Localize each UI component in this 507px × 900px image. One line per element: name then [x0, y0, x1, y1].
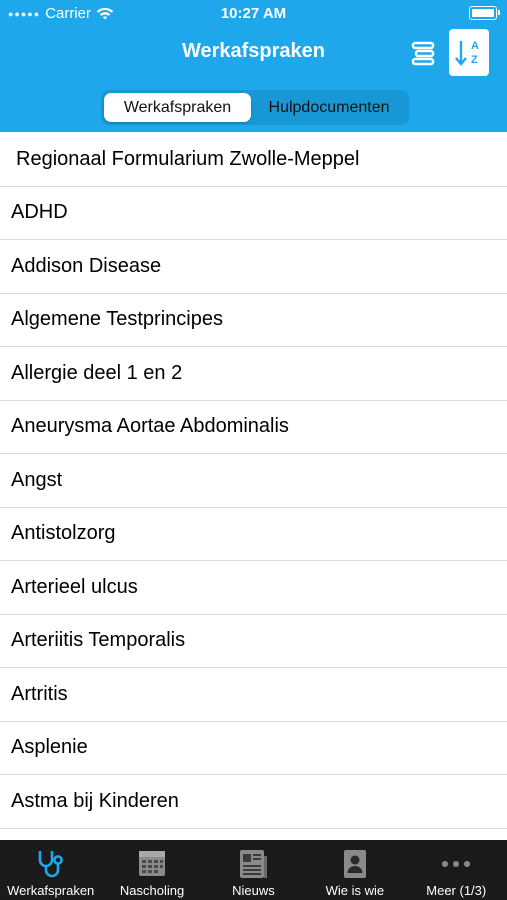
list-item[interactable]: Addison Disease	[0, 240, 507, 294]
tab-label: Nieuws	[232, 883, 275, 898]
status-time: 10:27 AM	[220, 5, 287, 22]
status-bar: ●●●●● Carrier 10:27 AM	[0, 0, 507, 26]
tab-meer[interactable]: Meer (1/3)	[406, 840, 507, 900]
tab-nascholing[interactable]: Nascholing	[101, 840, 202, 900]
segment-werkafspraken[interactable]: Werkafspraken	[104, 93, 251, 122]
battery-icon	[469, 6, 500, 20]
tab-nieuws[interactable]: Nieuws	[203, 840, 304, 900]
nav-header: ●●●●● Carrier 10:27 AM Werkafspraken A Z…	[0, 0, 507, 132]
svg-text:A: A	[471, 40, 479, 52]
segmented-control: Werkafspraken Hulpdocumenten	[101, 90, 409, 125]
tab-wie-is-wie[interactable]: Wie is wie	[304, 840, 405, 900]
segment-hulpdocumenten[interactable]: Hulpdocumenten	[253, 93, 405, 122]
contact-card-icon	[343, 850, 366, 878]
stethoscope-icon	[38, 851, 63, 878]
list-item[interactable]: Astma bij Kinderen	[0, 775, 507, 829]
more-icon	[442, 861, 471, 867]
list-item[interactable]: Antistolzorg	[0, 508, 507, 561]
tab-label: Nascholing	[119, 883, 185, 898]
sort-az-button[interactable]: A Z	[449, 29, 489, 76]
list-item[interactable]: Artritis	[0, 668, 507, 722]
tab-label: Werkafspraken	[7, 883, 95, 898]
svg-text:Z: Z	[471, 54, 478, 66]
list-item[interactable]: Algemene Testprincipes	[0, 294, 507, 347]
list-item[interactable]: Arterieel ulcus	[0, 561, 507, 615]
tab-bar: Werkafspraken Nascholing Nieuws Wie is w…	[0, 840, 507, 900]
list-icon[interactable]	[409, 40, 437, 66]
newspaper-icon	[240, 850, 268, 878]
document-list: Regionaal Formularium Zwolle-Meppel ADHD…	[0, 133, 507, 840]
list-item[interactable]: ADHD	[0, 187, 507, 240]
list-item[interactable]: Allergie deel 1 en 2	[0, 347, 507, 401]
calendar-icon	[139, 851, 166, 876]
tab-werkafspraken[interactable]: Werkafspraken	[0, 840, 101, 900]
list-item[interactable]: Regionaal Formularium Zwolle-Meppel	[0, 133, 507, 187]
tab-label: Wie is wie	[325, 883, 385, 898]
sort-az-icon: A Z	[455, 40, 479, 66]
list-item[interactable]: Arteriitis Temporalis	[0, 615, 507, 668]
list-item[interactable]: Angst	[0, 454, 507, 508]
list-item[interactable]: Asplenie	[0, 722, 507, 775]
tab-label: Meer (1/3)	[426, 883, 487, 898]
list-item[interactable]: Aneurysma Aortae Abdominalis	[0, 401, 507, 454]
